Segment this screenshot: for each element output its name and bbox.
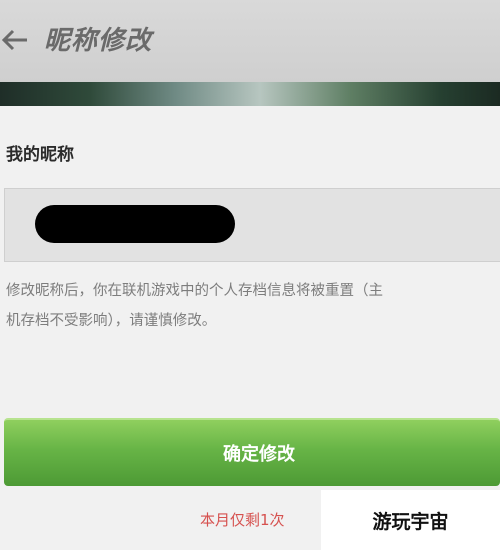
watermark: 游玩宇宙 <box>321 490 500 550</box>
remaining-count: 本月仅剩1次 <box>200 511 285 529</box>
nickname-warning: 修改昵称后，你在联机游戏中的个人存档信息将被重置（主 机存档不受影响），请谨慎修… <box>6 276 500 336</box>
watermark-text: 游玩宇宙 <box>372 510 449 533</box>
nickname-input[interactable] <box>4 188 500 262</box>
background-scenery <box>0 82 500 106</box>
page-title: 昵称修改 <box>44 26 153 56</box>
nickname-label: 我的昵称 <box>6 145 74 165</box>
warning-line-2: 机存档不受影响），请谨慎修改。 <box>6 313 217 329</box>
redacted-nickname <box>35 205 235 243</box>
back-arrow-icon[interactable] <box>0 22 30 58</box>
header-bar: 昵称修改 <box>0 0 500 82</box>
confirm-button[interactable]: 确定修改 <box>4 418 500 486</box>
warning-line-1: 修改昵称后，你在联机游戏中的个人存档信息将被重置（主 <box>6 283 383 299</box>
